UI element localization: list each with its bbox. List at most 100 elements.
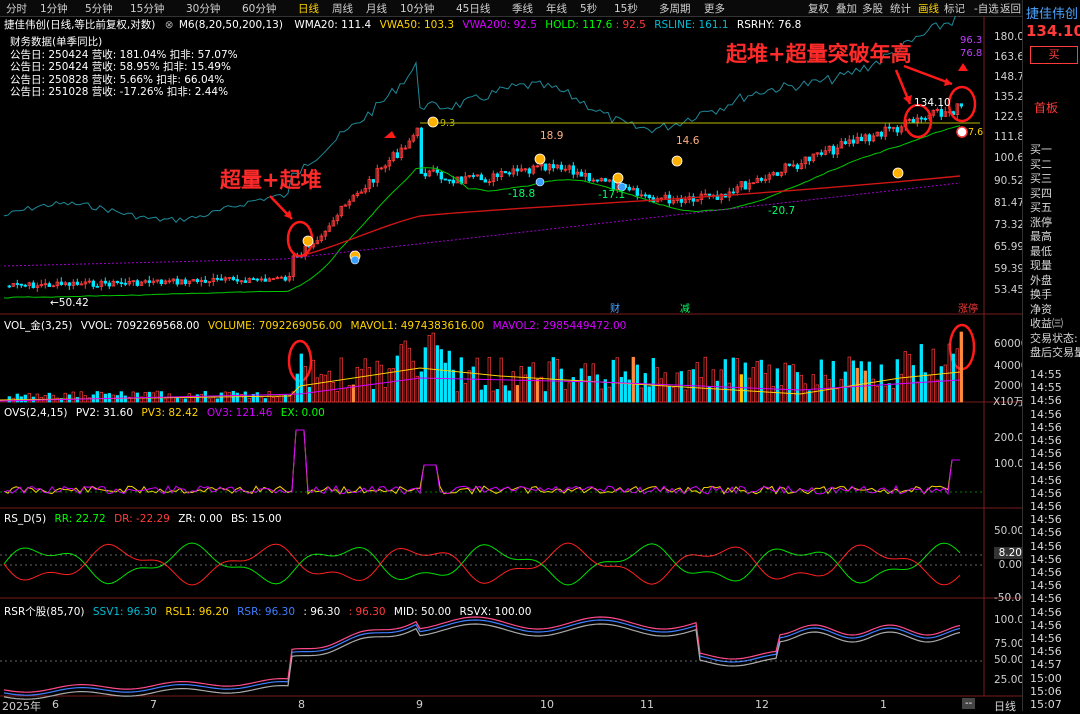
volume-bar <box>23 394 27 403</box>
ex-value: EX: 0.00 <box>280 407 325 419</box>
candle <box>707 193 711 196</box>
buy-button[interactable]: 买 <box>1030 46 1078 64</box>
vol-header: VOL_金(3,25) VVOL: 7092269568.00 VOLUME: … <box>4 318 626 333</box>
finance-row: 公告日: 250828 营收: 5.66% 扣非: 66.04% <box>10 73 225 86</box>
volume-bar <box>455 391 459 403</box>
volume-bar <box>183 398 187 403</box>
candle <box>103 280 107 284</box>
signal-dot-icon <box>350 255 360 265</box>
toolbar-tool[interactable]: 返回 <box>1000 1 1021 16</box>
period-tab[interactable]: 45日线 <box>456 1 490 16</box>
candle <box>595 179 599 182</box>
candle <box>579 171 583 177</box>
volume-bar <box>475 357 479 403</box>
stock-title: 捷佳伟创(日线,等比前复权,对数) <box>4 19 156 31</box>
trade-time: 15:00 <box>1030 671 1062 685</box>
candle <box>23 284 27 287</box>
trade-time: 14:56 <box>1030 552 1062 566</box>
period-tab[interactable]: 月线 <box>366 1 387 16</box>
volume-bar <box>559 368 563 403</box>
candle <box>67 282 71 286</box>
volume-bar <box>959 331 963 403</box>
volume-bar <box>819 359 823 403</box>
volume-bar <box>123 395 127 403</box>
toolbar-tool[interactable]: 叠加 <box>836 1 857 16</box>
candle <box>7 285 11 288</box>
volume-bar <box>743 362 747 403</box>
period-tab[interactable]: 10分钟 <box>400 1 434 16</box>
volume-bar <box>547 361 551 403</box>
volume-bar <box>919 344 923 403</box>
period-tab[interactable]: 周线 <box>332 1 353 16</box>
volume-bar <box>939 366 943 403</box>
rsd-name[interactable]: RS_D(5) <box>4 513 46 525</box>
period-tab[interactable]: 更多 <box>704 1 725 16</box>
toolbar-tool[interactable]: 标记 <box>944 1 965 16</box>
sidebar-stock-name[interactable]: 捷佳伟创 <box>1026 3 1078 22</box>
volume-bar <box>643 373 647 403</box>
period-tab[interactable]: 15秒 <box>614 1 638 16</box>
trade-time: 14:56 <box>1030 526 1062 540</box>
sidebar-label: 盘后交易量 <box>1030 346 1080 359</box>
collapse-button[interactable]: -- <box>962 698 976 709</box>
volume-bar <box>695 362 699 403</box>
ov3-curve <box>3 429 960 496</box>
signal-coin-icon <box>427 116 439 128</box>
trade-time: 14:56 <box>1030 605 1062 619</box>
period-tab[interactable]: 分时 <box>6 1 27 16</box>
toolbar-tool[interactable]: -自选 <box>974 1 999 16</box>
volume-bar <box>63 392 67 403</box>
candle <box>115 280 119 283</box>
rsr-v4: : 96.30 <box>303 606 341 618</box>
rsd-header: RS_D(5) RR: 22.72 DR: -22.29 ZR: 0.00 BS… <box>4 513 282 525</box>
volume-bar <box>647 386 651 403</box>
candle <box>895 127 899 133</box>
period-tab[interactable]: 日线 <box>298 1 319 16</box>
period-tab[interactable]: 季线 <box>512 1 533 16</box>
vol-name[interactable]: VOL_金(3,25) <box>4 320 72 332</box>
toolbar-tool[interactable]: 画线 <box>918 1 939 16</box>
ma-label[interactable]: M6(8,20,50,200,13) <box>179 19 283 31</box>
volume-bar <box>155 390 159 403</box>
candle <box>483 179 487 183</box>
candle <box>603 178 607 182</box>
hold-curve <box>3 125 961 299</box>
volume-bar <box>479 389 483 403</box>
candle <box>183 279 187 285</box>
rsr-name[interactable]: RSR个股(85,70) <box>4 606 85 618</box>
ovs-name[interactable]: OVS(2,4,15) <box>4 407 68 419</box>
volume-bar <box>535 379 539 403</box>
period-tab[interactable]: 5分钟 <box>85 1 113 16</box>
volume-bar <box>699 376 703 403</box>
signal-coin-icon <box>671 155 683 167</box>
candle <box>443 178 447 181</box>
candle <box>743 181 747 190</box>
period-tab[interactable]: 1分钟 <box>40 1 68 16</box>
period-tab[interactable]: 30分钟 <box>186 1 220 16</box>
volume-bar <box>311 359 315 403</box>
hold-value: HOLD: 117.6 <box>545 19 613 31</box>
candle <box>551 164 555 169</box>
volume-bar <box>615 357 619 403</box>
trade-time: 14:56 <box>1030 645 1062 659</box>
toolbar-tool[interactable]: 多股 <box>862 1 883 16</box>
candle <box>255 278 259 281</box>
period-tab[interactable]: 60分钟 <box>242 1 276 16</box>
toolbar-tool[interactable]: 复权 <box>808 1 829 16</box>
bottom-tab-daily[interactable]: 日线 <box>994 698 1016 714</box>
period-tab[interactable]: 15分钟 <box>130 1 164 16</box>
header-line: 捷佳伟创(日线,等比前复权,对数) ⊗ M6(8,20,50,200,13) W… <box>4 17 801 32</box>
volume-bar <box>763 372 767 403</box>
volume-bar <box>811 374 815 403</box>
period-tab[interactable]: 年线 <box>546 1 567 16</box>
close-icon[interactable]: ⊗ <box>165 19 174 31</box>
candle <box>135 280 139 286</box>
volume-bar <box>531 362 535 403</box>
volume-bar <box>275 396 279 403</box>
period-tab[interactable]: 多周期 <box>659 1 691 16</box>
volume-bar <box>667 386 671 403</box>
period-tab[interactable]: 5秒 <box>580 1 597 16</box>
candle <box>91 280 95 287</box>
toolbar-tool[interactable]: 统计 <box>890 1 911 16</box>
volume-bar <box>447 350 451 403</box>
